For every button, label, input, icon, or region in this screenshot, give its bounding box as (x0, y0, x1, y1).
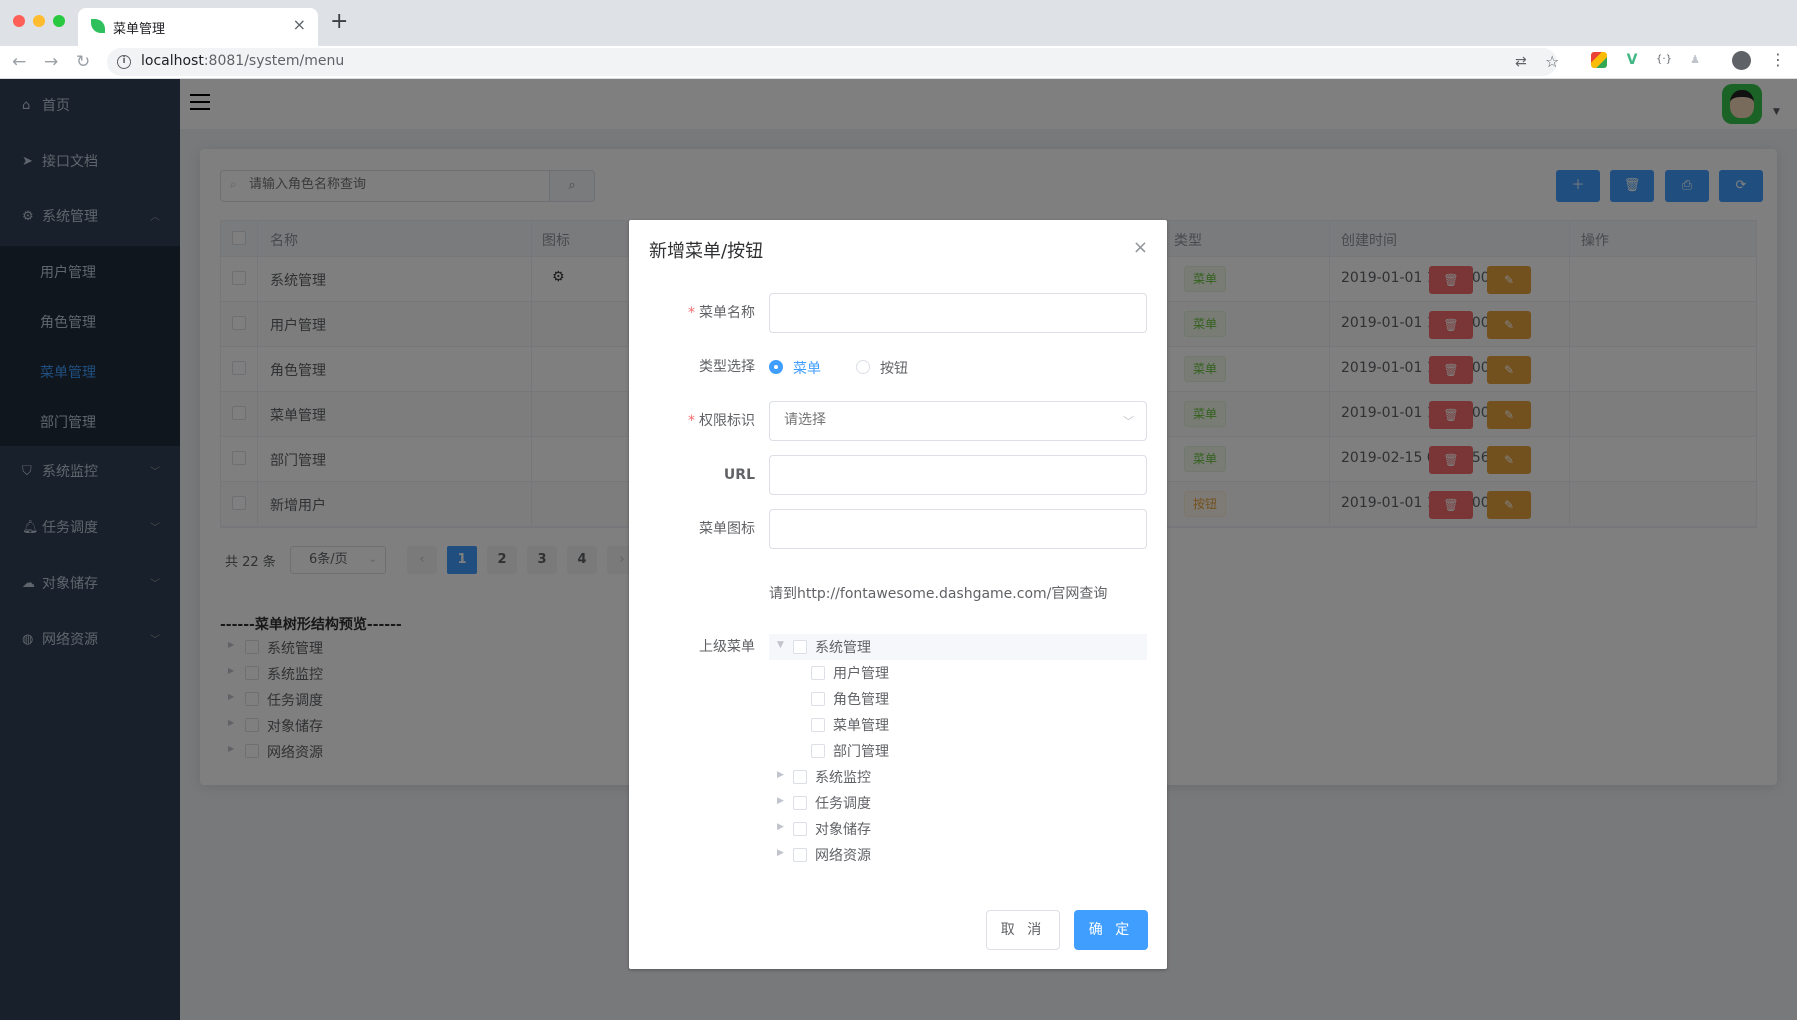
radio-dot[interactable] (856, 360, 870, 374)
tree-checkbox[interactable] (793, 822, 807, 836)
permission-label-text: 权限标识 (699, 413, 755, 429)
window-minimize-button[interactable] (33, 15, 45, 27)
extension-icon[interactable] (1591, 52, 1607, 68)
url-host: localhost (141, 53, 204, 69)
vue-devtools-icon[interactable]: V (1624, 52, 1640, 68)
tab-title: 菜单管理 (113, 22, 166, 37)
tree-node-label: 角色管理 (833, 692, 889, 708)
menu-icon-field (769, 509, 1147, 549)
browser-tab-strip: 菜单管理 × + (0, 0, 1797, 46)
translate-icon[interactable]: ⇄ (1515, 53, 1527, 71)
address-bar[interactable]: i localhost:8081/system/menu ⇄ ☆ (107, 48, 1559, 76)
caret-right-icon[interactable]: ▶ (777, 822, 784, 832)
window-zoom-button[interactable] (53, 15, 65, 27)
tree-checkbox[interactable] (793, 796, 807, 810)
menu-name-label: * 菜单名称 (649, 304, 755, 322)
chevron-down-icon: ﹀ (1123, 415, 1134, 428)
info-icon[interactable]: i (117, 55, 131, 69)
type-label: 类型选择 (699, 359, 755, 375)
icon-hint: 请到http://fontawesome.dashgame.com/官网查询 (769, 586, 1108, 602)
tree-checkbox[interactable] (793, 640, 807, 654)
caret-right-icon[interactable]: ▶ (777, 848, 784, 858)
tree-node-expanded[interactable]: ▼ 系统管理 (769, 634, 1147, 660)
confirm-button[interactable]: 确 定 (1074, 910, 1148, 950)
new-tab-button[interactable]: + (330, 10, 348, 34)
tree-node[interactable]: ▶ 系统监控 (769, 764, 1147, 790)
radio-label: 菜单 (793, 361, 821, 377)
profile-icon[interactable] (1732, 51, 1751, 70)
tree-checkbox[interactable] (811, 744, 825, 758)
permission-select-input[interactable] (784, 412, 1124, 428)
dialog-title: 新增菜单/按钮 (649, 241, 764, 262)
menu-name-field (769, 293, 1147, 333)
menu-name-label-text: 菜单名称 (699, 305, 755, 321)
close-icon[interactable]: × (1133, 238, 1148, 258)
tree-node-label: 菜单管理 (833, 718, 889, 734)
tree-node[interactable]: 部门管理 (769, 738, 1147, 764)
caret-right-icon[interactable]: ▶ (777, 770, 784, 780)
browser-tab-active[interactable]: 菜单管理 × (78, 8, 318, 46)
tree-node-label: 系统管理 (815, 640, 871, 656)
tree-node-label: 用户管理 (833, 666, 889, 682)
tree-node-label: 网络资源 (815, 848, 871, 864)
permission-label: * 权限标识 (649, 412, 755, 430)
tree-node[interactable]: 菜单管理 (769, 712, 1147, 738)
menu-icon-input[interactable] (784, 520, 1124, 536)
radio-dot[interactable] (769, 360, 783, 374)
tree-node[interactable]: ▶ 网络资源 (769, 842, 1147, 868)
url-field (769, 455, 1147, 495)
tree-checkbox[interactable] (793, 848, 807, 862)
caret-down-icon[interactable]: ▼ (777, 640, 784, 650)
tree-node-label: 系统监控 (815, 770, 871, 786)
window-close-button[interactable] (13, 15, 25, 27)
tree-node[interactable]: 角色管理 (769, 686, 1147, 712)
url-path: :8081/system/menu (203, 53, 345, 69)
parent-menu-label: 上级菜单 (699, 639, 755, 655)
caret-right-icon[interactable]: ▶ (777, 796, 784, 806)
menu-name-input[interactable] (784, 304, 1124, 320)
extension-braces-icon[interactable]: {·} (1656, 52, 1672, 68)
url-label: URL (723, 467, 755, 483)
reload-icon[interactable]: ↻ (76, 51, 90, 73)
radio-label: 按钮 (880, 361, 908, 377)
tree-node[interactable]: ▶ 对象储存 (769, 816, 1147, 842)
tree-node[interactable]: 用户管理 (769, 660, 1147, 686)
url-text: localhost:8081/system/menu (141, 53, 344, 69)
forward-icon[interactable]: → (44, 51, 58, 73)
tree-node-label: 对象储存 (815, 822, 871, 838)
required-mark: * (688, 305, 695, 321)
tree-checkbox[interactable] (793, 770, 807, 784)
browser-toolbar: ← → ↻ i localhost:8081/system/menu ⇄ ☆ V… (0, 46, 1797, 79)
leaf-favicon-icon (91, 19, 105, 33)
bookmark-star-icon[interactable]: ☆ (1545, 53, 1559, 71)
tree-node-label: 部门管理 (833, 744, 889, 760)
tree-checkbox[interactable] (811, 666, 825, 680)
tab-close-icon[interactable]: × (293, 16, 306, 34)
required-mark: * (688, 413, 695, 429)
add-menu-dialog: 新增菜单/按钮 × *菜单名称 类型选择 菜单 按钮 *权限标识 ﹀ URL 菜… (629, 220, 1167, 969)
permission-select[interactable]: ﹀ (769, 401, 1147, 441)
back-icon[interactable]: ← (12, 51, 26, 73)
menu-icon-label: 菜单图标 (699, 521, 755, 537)
extension-person-icon[interactable]: ♟ (1687, 52, 1703, 68)
menu-kebab-icon[interactable]: ⋮ (1770, 49, 1786, 71)
tree-node[interactable]: ▶ 任务调度 (769, 790, 1147, 816)
url-input[interactable] (784, 466, 1124, 482)
tree-checkbox[interactable] (811, 692, 825, 706)
cancel-button[interactable]: 取 消 (986, 910, 1060, 950)
tree-checkbox[interactable] (811, 718, 825, 732)
tree-node-label: 任务调度 (815, 796, 871, 812)
